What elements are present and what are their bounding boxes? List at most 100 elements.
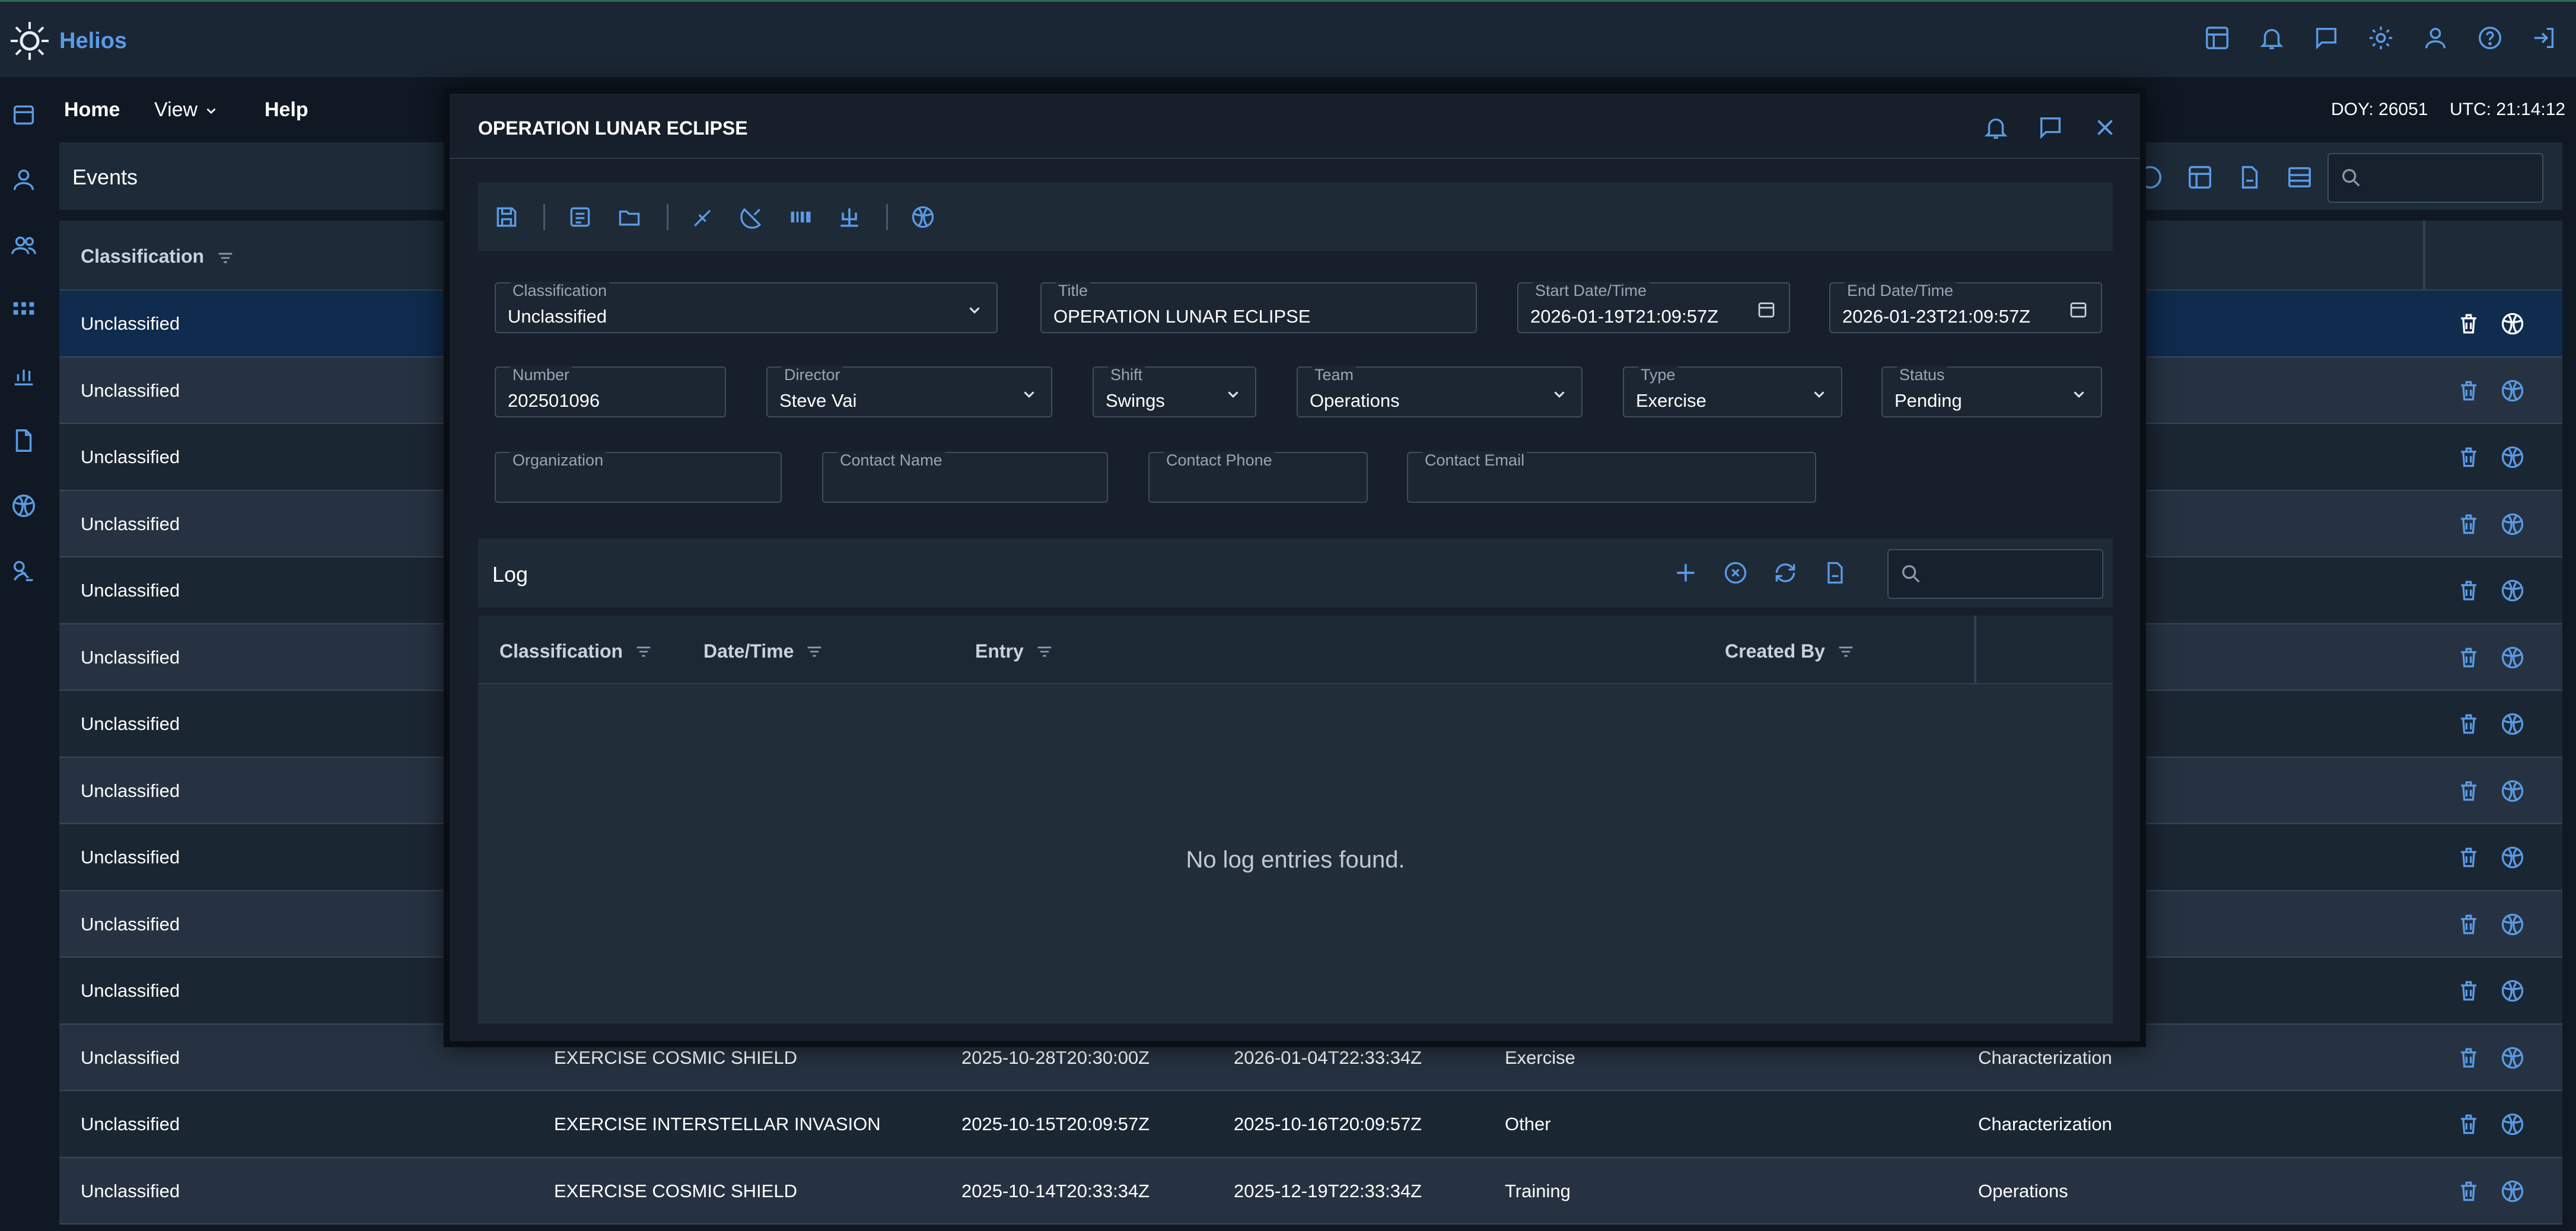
export-document-icon[interactable] [1822,560,1848,586]
contact-name-field[interactable]: Contact Name [822,451,1108,503]
layout-icon[interactable] [2204,24,2231,52]
menu-home[interactable]: Home [64,98,120,122]
column-header-classification[interactable]: Classification [81,245,235,268]
logout-icon[interactable] [2531,24,2558,52]
save-icon[interactable] [493,204,520,230]
folder-open-icon[interactable] [617,204,643,230]
filter-icon[interactable] [633,642,654,662]
end-datetime-field[interactable]: End Date/Time 2026-01-23T21:09:57Z [1829,282,2102,333]
filter-icon[interactable] [1034,642,1055,662]
globe-icon[interactable] [2499,1045,2526,1071]
chevron-down-icon [1554,391,1565,398]
start-datetime-field[interactable]: Start Date/Time 2026-01-19T21:09:57Z [1517,282,1790,333]
log-column-classification[interactable]: Classification [499,640,654,662]
log-column-entry[interactable]: Entry [975,640,1055,662]
list-icon[interactable] [567,204,593,230]
menu-help[interactable]: Help [265,98,308,122]
globe-icon[interactable] [2499,578,2526,604]
trash-icon[interactable] [2456,1178,2482,1204]
status-select[interactable]: Status Pending [1881,366,2102,417]
log-column-created-by[interactable]: Created By [1725,640,1856,662]
calendar-icon[interactable] [1756,299,1777,320]
close-icon[interactable] [2091,114,2119,141]
classification-select[interactable]: Classification Unclassified [495,282,998,333]
clear-circle-icon[interactable] [1722,560,1749,586]
gear-icon[interactable] [2367,24,2394,52]
globe-icon[interactable] [10,492,37,519]
antenna-icon[interactable] [836,204,862,230]
globe-icon[interactable] [2499,911,2526,937]
globe-icon[interactable] [2499,378,2526,404]
events-search-input[interactable] [2327,153,2543,203]
log-search-input[interactable] [1887,549,2103,599]
chat-icon[interactable] [2313,24,2340,52]
trash-icon[interactable] [2456,978,2482,1004]
satellite-icon[interactable] [690,204,717,230]
globe-icon[interactable] [910,204,936,230]
user-icon[interactable] [10,166,37,193]
trash-icon[interactable] [2456,578,2482,604]
trash-icon[interactable] [2456,444,2482,470]
add-icon[interactable] [1673,560,1699,586]
globe-icon[interactable] [2499,844,2526,870]
calendar-icon[interactable] [2068,299,2089,320]
number-field[interactable]: Number 202501096 [495,366,726,417]
contact-phone-field[interactable]: Contact Phone [1148,451,1368,503]
bar-chart-icon[interactable] [10,362,37,389]
globe-icon[interactable] [2499,1178,2526,1204]
trash-icon[interactable] [2456,378,2482,404]
trash-icon[interactable] [2456,711,2482,737]
trash-icon[interactable] [2456,311,2482,337]
users-icon[interactable] [10,231,37,259]
layout-icon[interactable] [2186,164,2214,191]
globe-icon[interactable] [2499,444,2526,470]
satellite-icon[interactable] [10,557,37,585]
trash-icon[interactable] [2456,1111,2482,1137]
globe-icon[interactable] [2499,311,2526,337]
user-icon[interactable] [2422,24,2449,52]
trash-icon[interactable] [2456,778,2482,804]
trash-icon[interactable] [2456,645,2482,671]
trash-icon[interactable] [2456,911,2482,937]
trash-icon[interactable] [2456,844,2482,870]
type-select[interactable]: Type Exercise [1623,366,1842,417]
shift-select[interactable]: Shift Swings [1093,366,1256,417]
filter-icon[interactable] [1836,642,1856,662]
refresh-icon[interactable] [1772,560,1798,586]
globe-icon[interactable] [2499,711,2526,737]
table-row[interactable]: Unclassified EXERCISE COSMIC SHIELD 2025-1… [59,1157,2562,1224]
table-settings-icon[interactable] [2286,164,2313,191]
calendar-icon[interactable] [10,101,37,128]
barcode-icon[interactable] [788,204,814,230]
document-icon[interactable] [10,427,37,454]
utc-clock: UTC: 21:14:12 [2450,100,2566,119]
director-select[interactable]: Director Steve Vai [766,366,1052,417]
organization-field[interactable]: Organization [495,451,782,503]
cell-classification: Unclassified [81,313,180,334]
table-row[interactable]: Unclassified EXERCISE INTERSTELLAR INVASI… [59,1091,2562,1158]
help-icon[interactable] [2476,24,2504,52]
trash-icon[interactable] [2456,511,2482,537]
filter-icon[interactable] [215,248,235,268]
menu-view[interactable]: View [154,98,219,122]
chat-icon[interactable] [2037,114,2064,141]
globe-icon[interactable] [2499,511,2526,537]
globe-icon[interactable] [2499,978,2526,1004]
filter-icon[interactable] [804,642,824,662]
app-logo[interactable]: Helios [8,20,127,62]
row-actions [2456,911,2526,937]
radar-dish-icon[interactable] [739,204,765,230]
contact-email-field[interactable]: Contact Email [1407,451,1816,503]
bell-refresh-icon[interactable] [1982,114,2010,141]
cell-classification: Unclassified [81,780,180,801]
team-select[interactable]: Team Operations [1297,366,1582,417]
trash-icon[interactable] [2456,1045,2482,1071]
title-field[interactable]: Title OPERATION LUNAR ECLIPSE [1040,282,1477,333]
grid-icon[interactable] [10,296,37,324]
globe-icon[interactable] [2499,645,2526,671]
export-document-icon[interactable] [2236,164,2263,191]
globe-icon[interactable] [2499,778,2526,804]
bell-refresh-icon[interactable] [2258,24,2285,52]
globe-icon[interactable] [2499,1111,2526,1137]
log-column-datetime[interactable]: Date/Time [703,640,824,662]
